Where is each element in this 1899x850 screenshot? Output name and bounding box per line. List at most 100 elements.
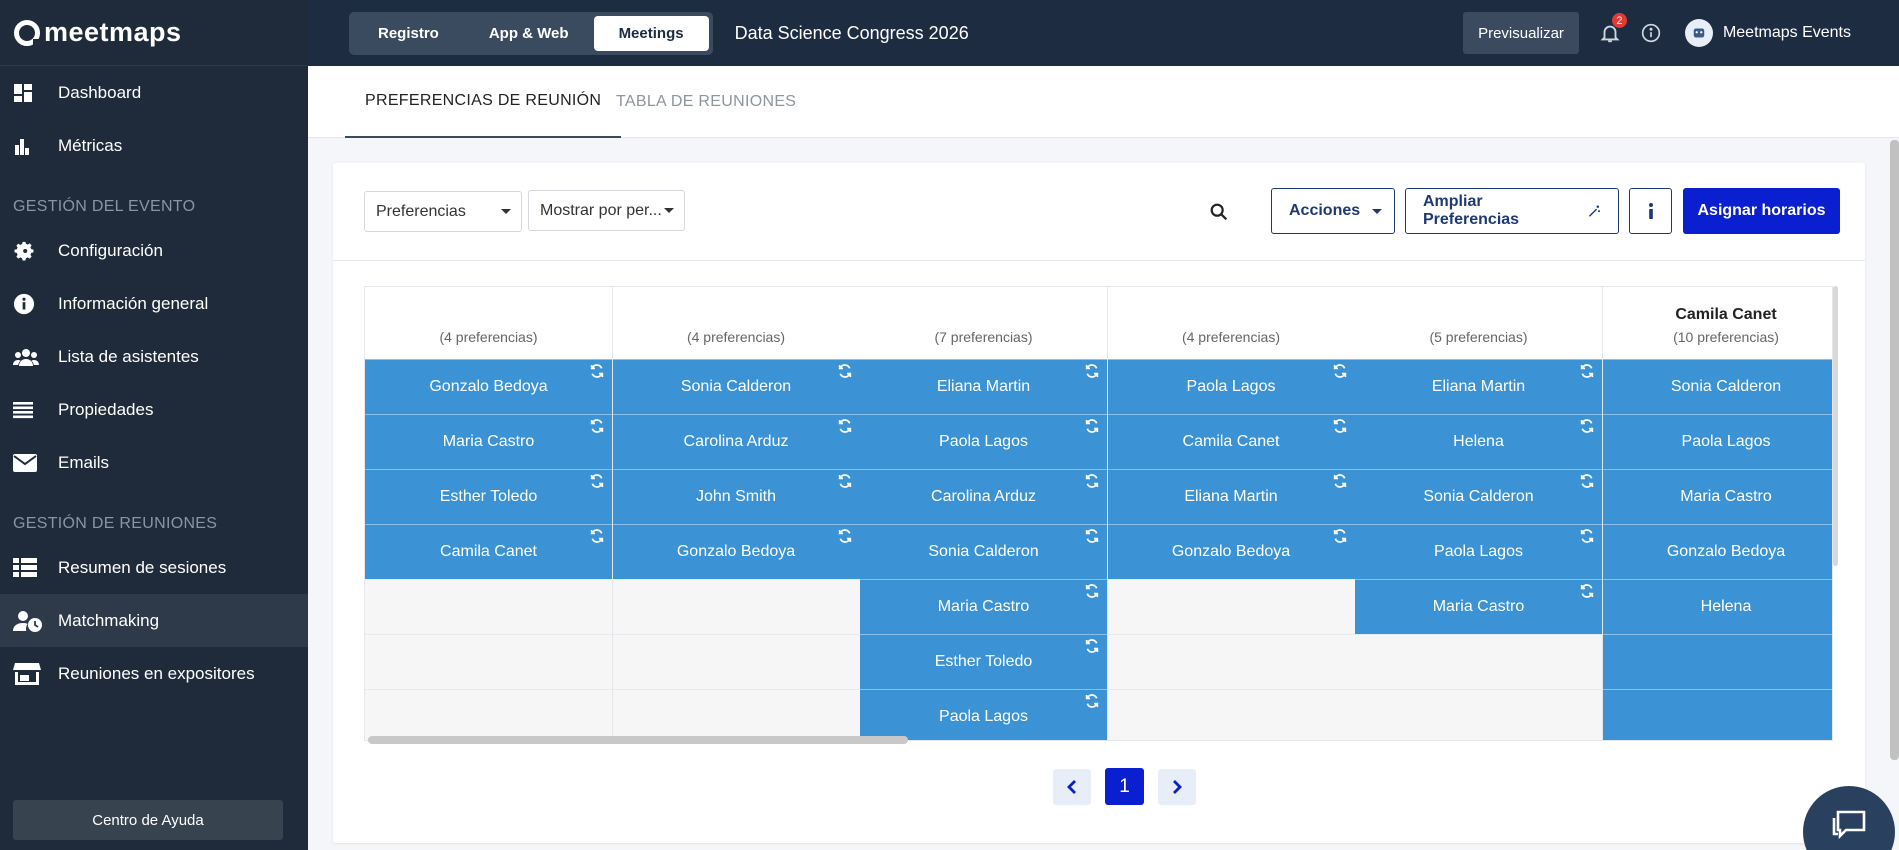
logo-text: meetmaps	[44, 17, 182, 47]
next-page-button[interactable]	[1158, 768, 1196, 805]
preference-cell[interactable]: Paola Lagos	[1107, 359, 1355, 414]
preference-cell[interactable]: Maria Castro	[1355, 579, 1602, 634]
preference-cell[interactable]: Maria Castro	[860, 579, 1107, 634]
swap-icon[interactable]	[589, 418, 605, 434]
sidebar-item-matchmaking[interactable]: Matchmaking	[0, 594, 308, 647]
swap-icon[interactable]	[837, 528, 853, 544]
sidebar-item-dashboard[interactable]: Dashboard	[0, 66, 308, 119]
preference-cell[interactable]: Sonia Calderon	[860, 524, 1107, 579]
preference-cell[interactable]: Gonzalo Bedoya	[365, 359, 612, 414]
preference-cell[interactable]: Esther Toledo	[860, 634, 1107, 689]
swap-icon[interactable]	[1332, 473, 1348, 489]
swap-icon[interactable]	[589, 363, 605, 379]
preference-cell[interactable]: Paola Lagos	[1602, 414, 1832, 469]
filter-select[interactable]: Preferencias	[364, 191, 522, 232]
preference-cell[interactable]	[1602, 689, 1832, 740]
empty-cell	[1107, 634, 1355, 689]
swap-icon[interactable]	[1084, 693, 1100, 709]
preference-cell[interactable]: Sonia Calderon	[612, 359, 860, 414]
prev-page-button[interactable]	[1053, 768, 1091, 805]
swap-icon[interactable]	[1084, 638, 1100, 654]
preference-cell[interactable]: Maria Castro	[1602, 469, 1832, 524]
nav-event: Configuración Información general Lista de…	[0, 224, 308, 489]
tab-meeting-preferences[interactable]: PREFERENCIAS DE REUNIÓN	[345, 66, 622, 138]
swap-icon[interactable]	[1579, 473, 1595, 489]
preference-cell[interactable]: Gonzalo Bedoya	[612, 524, 860, 579]
preference-cell[interactable]: Camila Canet	[365, 524, 612, 579]
preference-cell[interactable]: Helena	[1355, 414, 1602, 469]
preference-cell[interactable]: Paola Lagos	[860, 414, 1107, 469]
swap-icon[interactable]	[589, 528, 605, 544]
expand-preferences-button[interactable]: Ampliar Preferencias	[1405, 188, 1619, 234]
segment-app-web[interactable]: App & Web	[464, 16, 594, 51]
help-center-button[interactable]: Centro de Ayuda	[13, 800, 283, 840]
preference-cell[interactable]	[1602, 634, 1832, 689]
swap-icon[interactable]	[1084, 363, 1100, 379]
sidebar-item-información-general[interactable]: Información general	[0, 277, 308, 330]
preference-cell[interactable]: Gonzalo Bedoya	[1107, 524, 1355, 579]
mail-icon	[0, 453, 58, 472]
dashboard-icon	[0, 83, 58, 103]
sidebar-item-reuniones-en-expositores[interactable]: Reuniones en expositores	[0, 647, 308, 700]
preference-cell[interactable]: Maria Castro	[365, 414, 612, 469]
swap-icon[interactable]	[1332, 418, 1348, 434]
preference-cell[interactable]: Camila Canet	[1107, 414, 1355, 469]
horizontal-scrollbar[interactable]	[368, 736, 908, 744]
grid-vertical-scrollbar[interactable]	[1833, 286, 1838, 566]
segment-meetings[interactable]: Meetings	[593, 15, 709, 51]
page-scrollbar[interactable]	[1890, 140, 1899, 760]
swap-icon[interactable]	[589, 473, 605, 489]
preference-cell[interactable]: John Smith	[612, 469, 860, 524]
swap-icon[interactable]	[1579, 418, 1595, 434]
preference-cell[interactable]: Helena	[1602, 579, 1832, 634]
empty-cell	[1107, 689, 1355, 740]
sidebar-item-label: Métricas	[58, 135, 123, 155]
sidebar-item-lista-de-asistentes[interactable]: Lista de asistentes	[0, 330, 308, 383]
swap-icon[interactable]	[1579, 363, 1595, 379]
preference-cell[interactable]: Sonia Calderon	[1355, 469, 1602, 524]
sidebar-item-propiedades[interactable]: Propiedades	[0, 383, 308, 436]
preference-cell[interactable]: Carolina Arduz	[860, 469, 1107, 524]
sidebar-item-label: Información general	[58, 293, 209, 313]
swap-icon[interactable]	[837, 418, 853, 434]
preference-cell[interactable]: Esther Toledo	[365, 469, 612, 524]
swap-icon[interactable]	[837, 363, 853, 379]
swap-icon[interactable]	[1579, 583, 1595, 599]
user-menu[interactable]: Meetmaps Events	[1684, 19, 1851, 47]
swap-icon[interactable]	[1332, 528, 1348, 544]
column-header: (4 preferencias)	[1107, 287, 1355, 359]
info-icon[interactable]	[1641, 23, 1661, 43]
preference-cell[interactable]: Eliana Martin	[1107, 469, 1355, 524]
view-select[interactable]: Mostrar por per...	[528, 190, 685, 231]
preview-button[interactable]: Previsualizar	[1463, 12, 1579, 54]
search-icon[interactable]	[1208, 201, 1230, 223]
swap-icon[interactable]	[1084, 528, 1100, 544]
actions-button[interactable]: Acciones	[1271, 188, 1395, 234]
swap-icon[interactable]	[1084, 418, 1100, 434]
segment-registro[interactable]: Registro	[353, 16, 464, 51]
current-page[interactable]: 1	[1105, 768, 1144, 805]
preference-cell[interactable]: Paola Lagos	[1355, 524, 1602, 579]
sidebar-item-métricas[interactable]: Métricas	[0, 119, 308, 172]
assign-schedules-button[interactable]: Asignar horarios	[1683, 188, 1840, 234]
preference-cell[interactable]: Eliana Martin	[1355, 359, 1602, 414]
logo[interactable]: meetmaps	[0, 0, 308, 66]
sidebar-item-configuración[interactable]: Configuración	[0, 224, 308, 277]
preference-cell[interactable]: Sonia Calderon	[1602, 359, 1832, 414]
swap-icon[interactable]	[1084, 583, 1100, 599]
sidebar-item-emails[interactable]: Emails	[0, 436, 308, 489]
sidebar-item-resumen-de-sesiones[interactable]: Resumen de sesiones	[0, 541, 308, 594]
avatar	[1684, 19, 1713, 47]
preference-cell[interactable]: Eliana Martin	[860, 359, 1107, 414]
preference-cell[interactable]: Gonzalo Bedoya	[1602, 524, 1832, 579]
swap-icon[interactable]	[837, 473, 853, 489]
info-button[interactable]	[1629, 188, 1672, 234]
pagination: 1	[1053, 768, 1196, 805]
tab-meetings-table[interactable]: TABLA DE REUNIONES	[616, 66, 796, 138]
preference-cell[interactable]: Paola Lagos	[860, 689, 1107, 740]
preference-cell[interactable]: Carolina Arduz	[612, 414, 860, 469]
notifications-button[interactable]: 2	[1599, 13, 1627, 45]
swap-icon[interactable]	[1084, 473, 1100, 489]
swap-icon[interactable]	[1332, 363, 1348, 379]
swap-icon[interactable]	[1579, 528, 1595, 544]
